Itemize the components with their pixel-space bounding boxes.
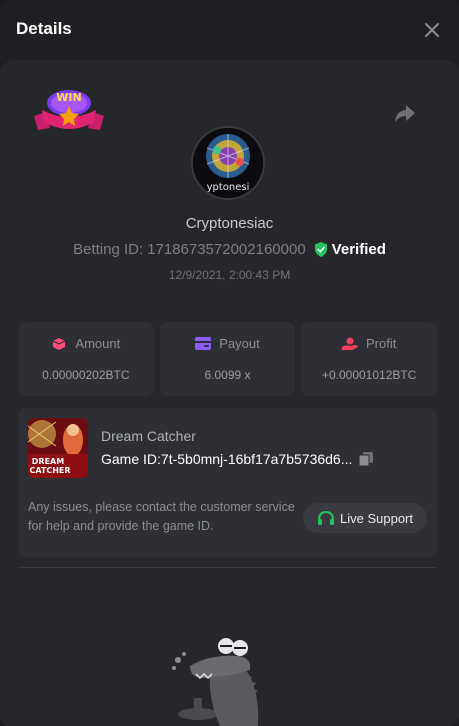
copy-icon: [358, 452, 374, 467]
avatar-caption: yptonesi: [206, 182, 250, 193]
issue-notice: Any issues, please contact the customer …: [28, 500, 295, 533]
betting-id-label: Betting ID:: [73, 241, 144, 258]
wallet-icon: [195, 337, 212, 350]
shield-check-icon: [314, 242, 327, 257]
win-badge-text: WIN: [56, 91, 81, 104]
avatar: yptonesi: [191, 126, 265, 200]
stat-payout-value: 6.0099 x: [204, 368, 251, 382]
stat-profit: Profit +0.00001012BTC: [301, 322, 438, 396]
verified-badge: Verified: [314, 241, 386, 258]
betting-id-row: Betting ID: 1718673572002160000 Verified: [0, 241, 459, 258]
copy-button[interactable]: [358, 451, 374, 467]
live-support-label: Live Support: [340, 510, 413, 526]
close-button[interactable]: [420, 18, 444, 42]
stat-payout-label: Payout: [219, 336, 260, 351]
modal-title: Details: [16, 19, 72, 38]
game-thumbnail-image: DREAM CATCHER: [28, 418, 88, 478]
headset-icon: [318, 510, 334, 525]
game-id-label: Game ID:: [101, 451, 161, 467]
game-card: DREAM CATCHER Dream Catcher Game ID: 7t-…: [18, 408, 437, 557]
thumb-text-top: DREAM: [32, 457, 64, 466]
share-button[interactable]: [392, 100, 418, 126]
divider: [18, 567, 437, 568]
thumb-text-bottom: CATCHER: [29, 466, 70, 475]
game-name[interactable]: Dream Catcher: [101, 428, 196, 444]
bet-date: 12/9/2021, 2:00:43 PM: [168, 268, 291, 282]
username: Cryptonesiac: [185, 215, 274, 232]
hand-coin-icon: [342, 337, 358, 350]
share-icon: [395, 105, 415, 122]
stat-profit-label: Profit: [366, 336, 397, 351]
stat-payout: Payout 6.0099 x: [159, 322, 296, 396]
modal-header: Details: [0, 0, 459, 60]
details-modal: Details WIN yptonesi Cryptonesiac Bettin…: [0, 0, 459, 726]
crocodile-mascot-icon: [172, 638, 259, 726]
game-id-value: 7t-5b0mnj-16bf17a7b5736d6...: [160, 451, 353, 467]
stat-amount: Amount 0.00000202BTC: [18, 322, 154, 396]
live-support-button[interactable]: Live Support: [303, 503, 427, 533]
stat-profit-value: +0.00001012BTC: [321, 368, 417, 382]
verified-label: Verified: [331, 241, 386, 258]
win-badge-icon: WIN: [34, 90, 104, 130]
stat-amount-label: Amount: [75, 336, 121, 351]
coins-icon: [53, 337, 66, 350]
betting-id-value: 1718673572002160000: [147, 241, 306, 258]
close-icon: [425, 23, 439, 37]
stats-row: Amount 0.00000202BTC Payout 6.0099 x Pro…: [18, 322, 438, 396]
stat-amount-value: 0.00000202BTC: [42, 368, 130, 382]
game-id-row: Game ID: 7t-5b0mnj-16bf17a7b5736d6...: [101, 451, 421, 467]
game-thumbnail[interactable]: DREAM CATCHER: [28, 418, 88, 478]
